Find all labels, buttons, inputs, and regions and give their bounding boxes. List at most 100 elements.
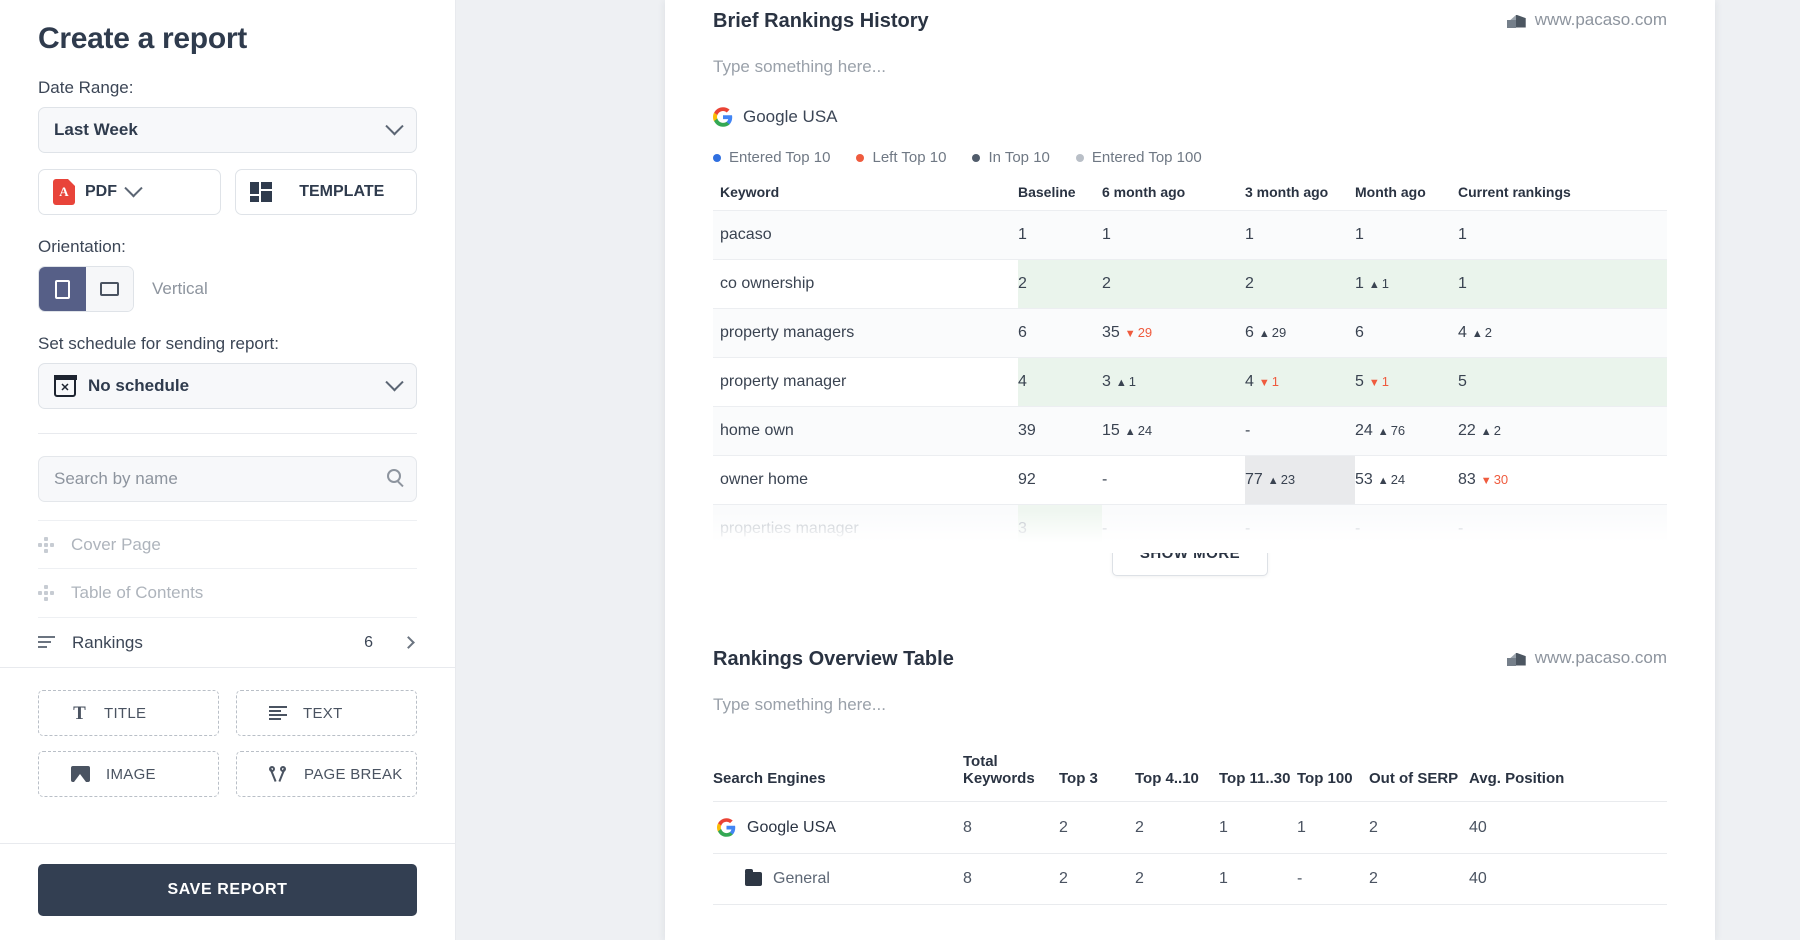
cell-rank: 39: [1018, 407, 1102, 456]
rankings-overview-body: Google USA82211240General8221-240: [713, 802, 1667, 905]
col-current-rankings: Current rankings: [1458, 174, 1667, 211]
col-avg-position: Avg. Position: [1469, 745, 1667, 802]
cell-value: 2: [1059, 854, 1135, 905]
section2-note[interactable]: Type something here...: [713, 695, 1667, 715]
schedule-value: No schedule: [88, 376, 388, 396]
cell-rank: 6▲29: [1245, 309, 1355, 358]
triangle-down-icon: ▼: [1125, 328, 1136, 340]
triangle-up-icon: ▲: [1116, 377, 1127, 389]
cell-keyword: home own: [713, 407, 1018, 456]
legend-in-top-10: In Top 10: [972, 149, 1049, 166]
section-rankings-overview-table: Rankings Overview Table www.pacaso.com T…: [665, 638, 1715, 905]
orientation-vertical-button[interactable]: [39, 267, 86, 311]
legend-dot-icon: [1076, 154, 1084, 162]
cell-rank: 5▼1: [1355, 358, 1458, 407]
list-item-count: 6: [364, 634, 373, 652]
rankings-history-table: Keyword Baseline 6 month ago 3 month ago…: [713, 174, 1667, 553]
legend-entered-top-10: Entered Top 10: [713, 149, 830, 166]
cell-value: 2: [1059, 802, 1135, 854]
add-page-break-button[interactable]: PAGE BREAK: [236, 751, 417, 797]
orientation-label: Orientation:: [38, 237, 417, 257]
add-block-label: TITLE: [104, 705, 146, 722]
cell-value: 2: [1369, 854, 1469, 905]
cell-rank: 1: [1018, 211, 1102, 260]
cell-rank: 1▲1: [1355, 260, 1458, 309]
table-row: property managers635▼296▲2964▲2: [713, 309, 1667, 358]
drag-handle-icon[interactable]: [38, 585, 54, 601]
table-header-row: Search Engines TotalKeywords Top 3 Top 4…: [713, 745, 1667, 802]
cell-rank: 1: [1458, 260, 1667, 309]
add-block-grid: T TITLE TEXT IMAGE PAGE BREAK: [0, 667, 455, 819]
calendar-x-icon: ✕: [54, 375, 76, 397]
format-value: PDF: [85, 183, 117, 201]
cell-rank: 92: [1018, 456, 1102, 505]
cell-rank: -: [1355, 505, 1458, 554]
chevron-down-icon: [385, 373, 403, 391]
list-item-table-of-contents[interactable]: Table of Contents: [38, 569, 417, 618]
site-favicon-icon: [1507, 12, 1526, 29]
search-input[interactable]: [38, 456, 417, 502]
search-block-wrap: [38, 456, 417, 502]
list-item-label: Cover Page: [71, 535, 417, 555]
cell-rank: 6: [1018, 309, 1102, 358]
cell-value: 8: [963, 802, 1059, 854]
cell-value: 40: [1469, 802, 1667, 854]
google-icon: [713, 107, 733, 127]
template-button[interactable]: TEMPLATE: [235, 169, 418, 215]
add-image-button[interactable]: IMAGE: [38, 751, 219, 797]
section2-title: Rankings Overview Table: [713, 648, 954, 671]
format-row: PDF TEMPLATE: [38, 169, 417, 215]
page-title: Create a report: [38, 22, 417, 56]
add-title-button[interactable]: T TITLE: [38, 690, 219, 736]
orientation-horizontal-button[interactable]: [86, 267, 133, 311]
portrait-icon: [55, 280, 70, 299]
rankings-overview-table: Search Engines TotalKeywords Top 3 Top 4…: [713, 745, 1667, 904]
cell-rank: 53▲24: [1355, 456, 1458, 505]
app-root: Create a report Date Range: Last Week PD…: [0, 0, 1800, 940]
rankings-history-table-wrap: Keyword Baseline 6 month ago 3 month ago…: [713, 174, 1667, 553]
cell-keyword: owner home: [713, 456, 1018, 505]
rank-up-delta: ▲23: [1268, 472, 1295, 487]
table-row: home own3915▲24-24▲7622▲2: [713, 407, 1667, 456]
cell-search-engine: General: [713, 854, 963, 905]
schedule-select[interactable]: ✕ No schedule: [38, 363, 417, 409]
list-item-cover-page[interactable]: Cover Page: [38, 520, 417, 569]
table-row: General8221-240: [713, 854, 1667, 905]
cell-rank: 22▲2: [1458, 407, 1667, 456]
save-report-button[interactable]: SAVE REPORT: [38, 864, 417, 916]
col-out-of-serp: Out of SERP: [1369, 745, 1469, 802]
cell-rank: 77▲23: [1245, 456, 1355, 505]
rank-up-delta: ▲1: [1116, 374, 1136, 389]
rank-up-delta: ▲1: [1369, 276, 1389, 291]
add-text-button[interactable]: TEXT: [236, 690, 417, 736]
cell-value: 2: [1369, 802, 1469, 854]
search-engine-name: General: [773, 870, 830, 888]
cell-keyword: property manager: [713, 358, 1018, 407]
lines-icon: [38, 636, 55, 649]
cell-value: 2: [1135, 854, 1219, 905]
triangle-down-icon: ▼: [1369, 377, 1380, 389]
legend-label: In Top 10: [988, 149, 1049, 166]
cell-rank: 15▲24: [1102, 407, 1245, 456]
format-select[interactable]: PDF: [38, 169, 221, 215]
cell-rank: 1: [1102, 211, 1245, 260]
triangle-up-icon: ▲: [1481, 426, 1492, 438]
cell-keyword: pacaso: [713, 211, 1018, 260]
template-button-label: TEMPLATE: [282, 183, 403, 201]
cell-keyword: properties manager: [713, 505, 1018, 554]
add-block-label: PAGE BREAK: [304, 766, 403, 783]
cell-search-engine: Google USA: [713, 802, 963, 854]
section1-note[interactable]: Type something here...: [713, 57, 1667, 77]
triangle-up-icon: ▲: [1259, 328, 1270, 340]
col-keyword: Keyword: [713, 174, 1018, 211]
list-item-rankings[interactable]: Rankings 6: [38, 618, 417, 667]
cell-rank: 1: [1355, 211, 1458, 260]
date-range-select[interactable]: Last Week: [38, 107, 417, 153]
cell-value: 1: [1219, 802, 1297, 854]
cell-rank: 4▲2: [1458, 309, 1667, 358]
drag-handle-icon[interactable]: [38, 537, 54, 553]
chevron-right-icon[interactable]: [402, 636, 415, 649]
col-top-100: Top 100: [1297, 745, 1369, 802]
cell-rank: 5: [1458, 358, 1667, 407]
cell-value: 1: [1297, 802, 1369, 854]
